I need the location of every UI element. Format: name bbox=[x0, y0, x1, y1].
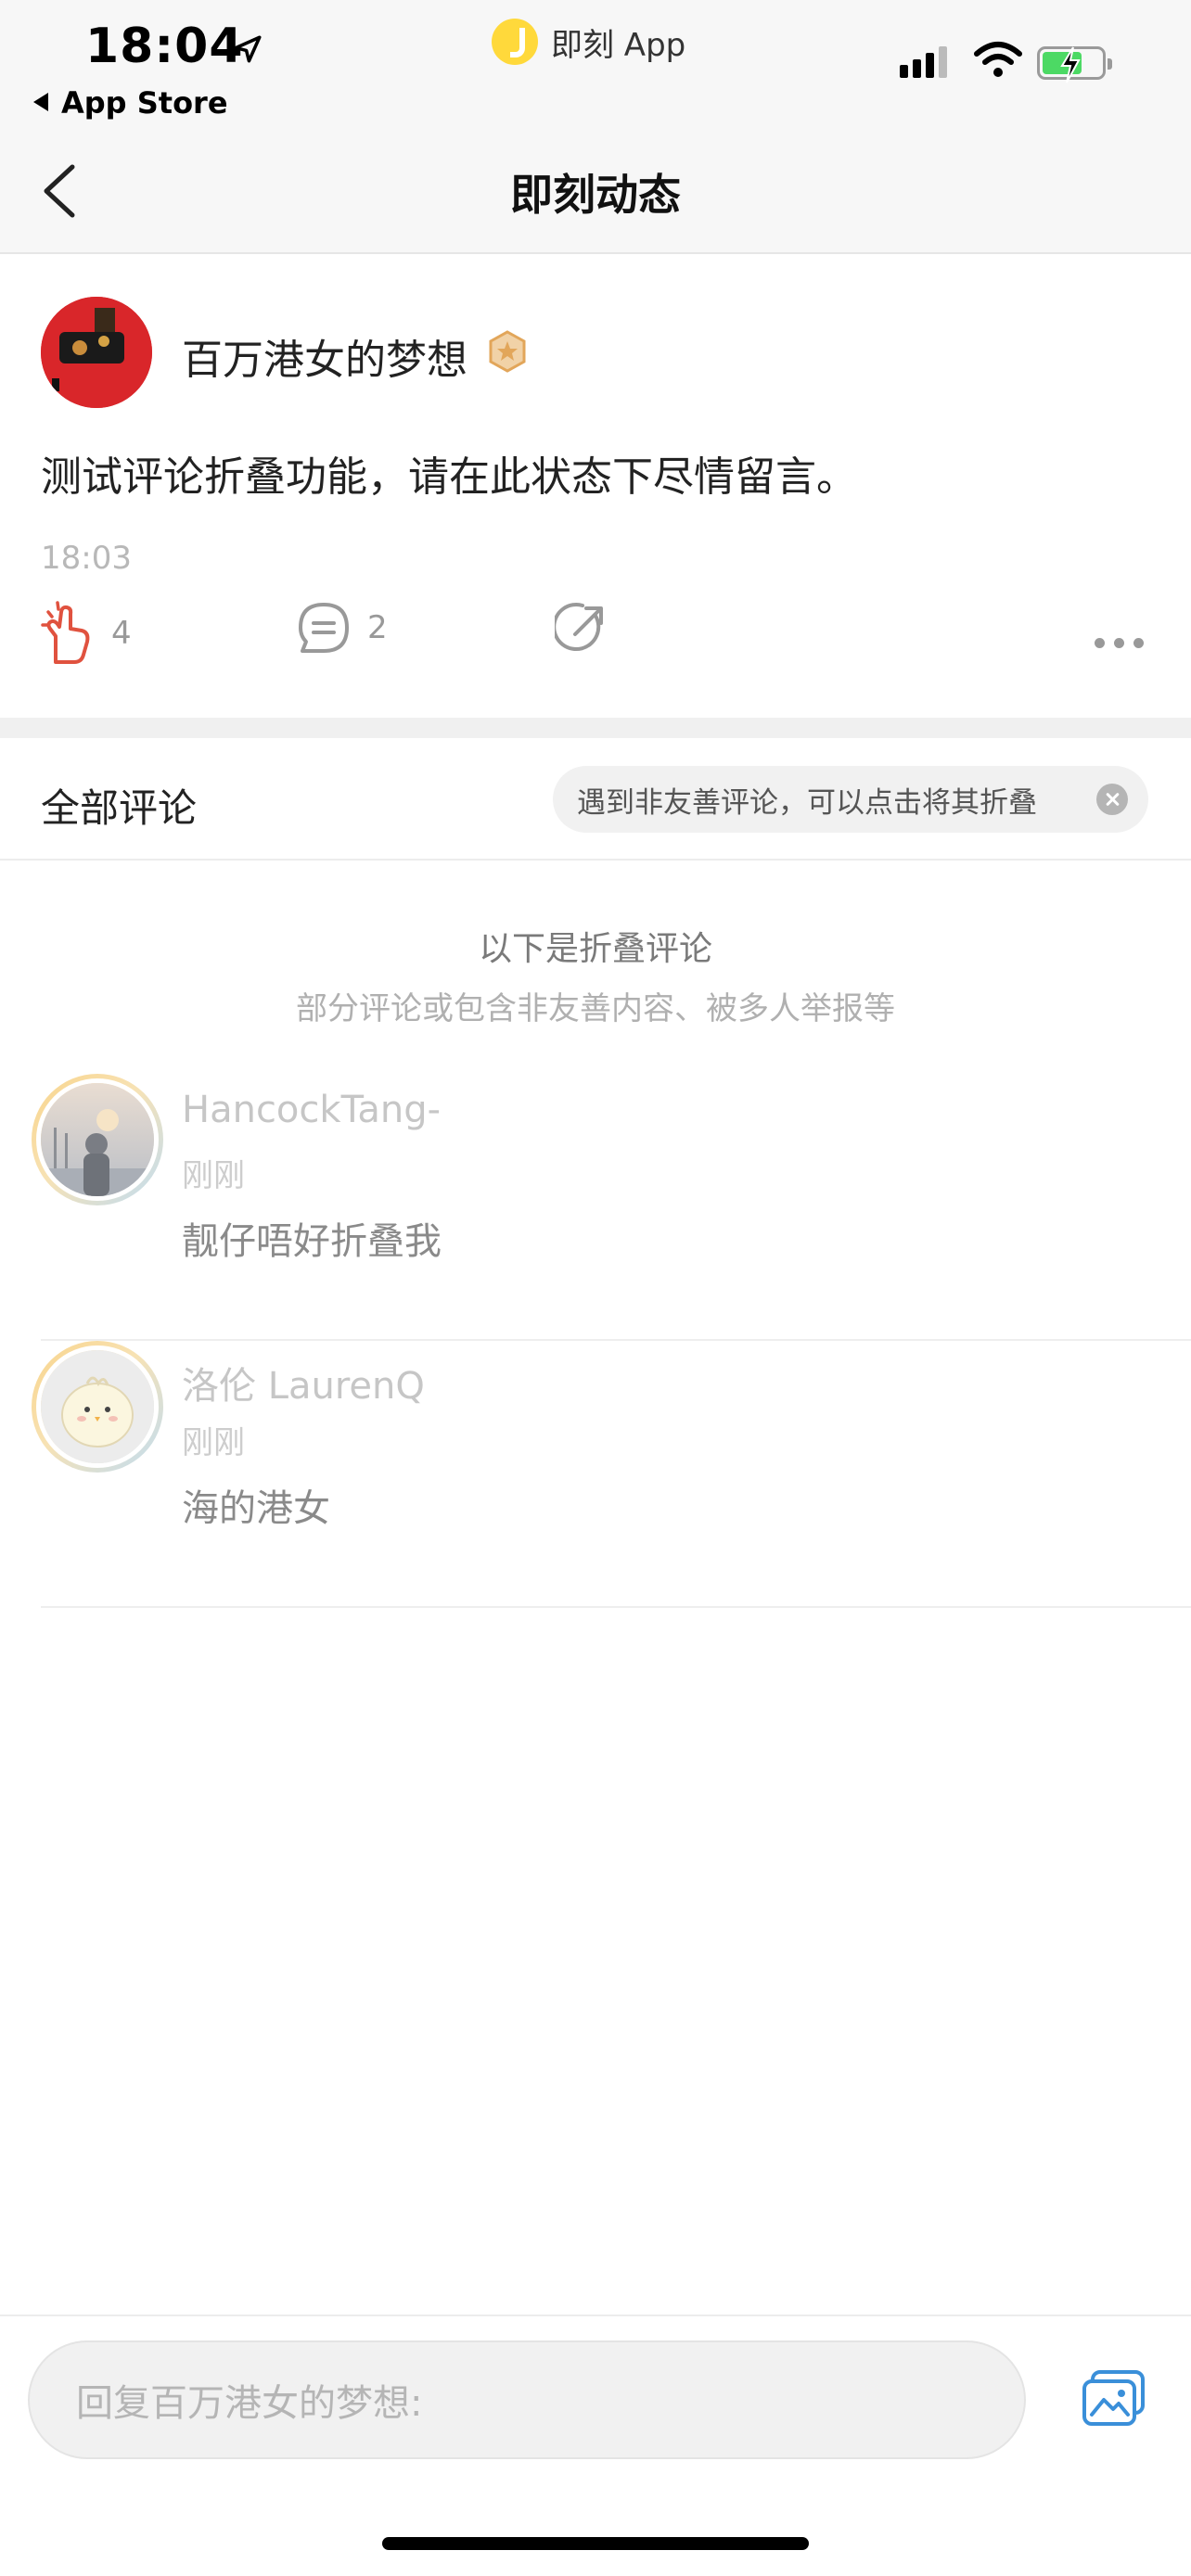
island-app-label: 即刻 App bbox=[551, 26, 686, 64]
close-icon[interactable] bbox=[1096, 784, 1128, 815]
comment-item[interactable]: 洛伦 LaurenQ 刚刚 海的港女 bbox=[0, 1341, 1191, 1608]
reply-input[interactable]: 回复百万港女的梦想: bbox=[28, 2340, 1026, 2459]
status-bar: 18:04 App Store 即刻 App bbox=[0, 0, 1191, 130]
page-title: 即刻动态 bbox=[510, 170, 681, 220]
comment-button[interactable]: 2 bbox=[297, 601, 388, 655]
fold-tip-text: 遇到非友善评论，可以点击将其折叠 bbox=[577, 785, 1037, 820]
jike-logo-icon bbox=[492, 19, 538, 65]
commenter-name[interactable]: 洛伦 LaurenQ bbox=[182, 1356, 425, 1409]
battery-icon bbox=[1037, 46, 1112, 83]
dynamic-island-app[interactable]: 即刻 App bbox=[492, 13, 685, 70]
comment-text: 海的港女 bbox=[182, 1487, 330, 1530]
fold-tip-banner[interactable]: 遇到非友善评论，可以点击将其折叠 bbox=[553, 766, 1148, 833]
all-comments-title: 全部评论 bbox=[41, 785, 198, 831]
reply-placeholder: 回复百万港女的梦想: bbox=[76, 2382, 423, 2425]
wifi-icon bbox=[974, 42, 1022, 77]
post-card: 百万港女的梦想 测试评论折叠功能，请在此状态下尽情留言。 18:03 4 2 bbox=[0, 256, 1191, 716]
comment-text: 靓仔唔好折叠我 bbox=[182, 1220, 442, 1263]
comment-divider bbox=[41, 1606, 1191, 1608]
author-avatar[interactable] bbox=[41, 297, 152, 408]
author-name[interactable]: 百万港女的梦想 bbox=[182, 326, 467, 386]
comment-item[interactable]: HancockTang- 刚刚 靓仔唔好折叠我 bbox=[0, 1074, 1191, 1341]
back-to-app-store[interactable]: App Store bbox=[33, 85, 228, 121]
like-button[interactable]: 4 bbox=[41, 601, 132, 666]
back-app-label: App Store bbox=[61, 85, 228, 121]
back-triangle-icon bbox=[33, 93, 48, 111]
verified-badge-icon bbox=[489, 330, 526, 373]
commenter-name[interactable]: HancockTang- bbox=[182, 1089, 441, 1131]
like-count: 4 bbox=[111, 615, 132, 652]
commenter-avatar[interactable] bbox=[32, 1341, 163, 1473]
comment-bubble-icon bbox=[299, 603, 349, 653]
image-picker-icon[interactable] bbox=[1082, 2370, 1146, 2428]
folded-comments-title: 以下是折叠评论 bbox=[478, 930, 712, 968]
post-timestamp: 18:03 bbox=[41, 540, 132, 577]
clock: 18:04 bbox=[85, 19, 244, 74]
share-button[interactable] bbox=[555, 601, 608, 655]
home-indicator[interactable] bbox=[382, 2537, 809, 2550]
folded-comments-subtitle: 部分评论或包含非友善内容、被多人举报等 bbox=[296, 990, 895, 1027]
reply-bar: 回复百万港女的梦想: bbox=[0, 2315, 1191, 2576]
cellular-signal-icon bbox=[900, 46, 947, 78]
like-hand-icon bbox=[41, 601, 90, 664]
comment-time: 刚刚 bbox=[182, 1424, 245, 1461]
comment-time: 刚刚 bbox=[182, 1157, 245, 1194]
more-options-icon[interactable] bbox=[1095, 638, 1144, 648]
share-icon bbox=[555, 603, 603, 651]
post-content: 测试评论折叠功能，请在此状态下尽情留言。 bbox=[41, 453, 857, 501]
section-separator bbox=[0, 718, 1191, 738]
nav-bar: 即刻动态 bbox=[0, 130, 1191, 254]
comment-count: 2 bbox=[367, 609, 388, 646]
comments-header: 全部评论 遇到非友善评论，可以点击将其折叠 bbox=[0, 738, 1191, 861]
location-arrow-icon bbox=[234, 35, 262, 63]
commenter-avatar[interactable] bbox=[32, 1074, 163, 1205]
